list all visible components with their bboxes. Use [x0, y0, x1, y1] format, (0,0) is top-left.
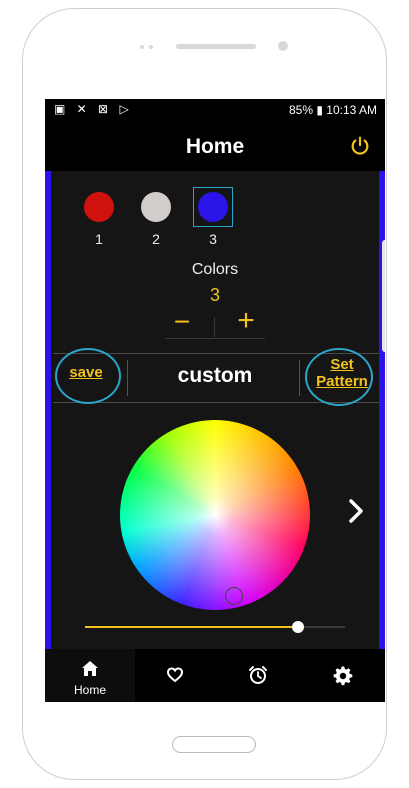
color-swatch-1[interactable] [84, 192, 114, 222]
scrollbar-thumb[interactable] [382, 240, 385, 352]
hardware-home-button[interactable] [172, 736, 256, 753]
sensor-dot [149, 45, 153, 49]
alarm-icon [249, 666, 267, 684]
color-swatch-2[interactable] [141, 192, 171, 222]
settings-icon [333, 666, 353, 686]
home-icon [82, 661, 98, 676]
accent-border-right [379, 171, 385, 649]
nav-settings-tab[interactable] [303, 649, 383, 702]
status-battery-time: 85% ▮ 10:13 AM [289, 103, 377, 117]
brightness-slider[interactable] [85, 621, 345, 633]
chevron-right-icon[interactable] [345, 496, 367, 526]
swatch-label-3: 3 [209, 231, 217, 247]
app-screen: ▣ ✕ ⊠ ▷ 85% ▮ 10:13 AM Home 1 2 3 Colors… [45, 99, 385, 702]
slider-fill [85, 626, 299, 628]
pattern-action-row: save custom Set Pattern [53, 348, 379, 406]
front-camera [278, 41, 288, 51]
colors-label: Colors [191, 261, 239, 278]
divider [127, 360, 128, 396]
page-title: Home [185, 135, 245, 158]
divider [299, 360, 300, 396]
nav-home-label: Home [73, 683, 106, 697]
nav-alarm-tab[interactable] [217, 649, 297, 702]
nav-home-tab[interactable]: Home [45, 649, 135, 702]
color-swatch-3[interactable] [198, 192, 228, 222]
speaker-grille [176, 44, 256, 49]
app-bar: Home [45, 121, 385, 171]
stepper-underline [165, 338, 265, 339]
colors-count: 3 [209, 285, 220, 305]
power-icon[interactable] [349, 135, 371, 157]
decrease-colors-button[interactable]: − [167, 308, 197, 336]
heart-icon [166, 667, 184, 683]
pattern-name: custom [177, 364, 253, 387]
set-pattern-highlight-ring [305, 348, 373, 406]
increase-colors-button[interactable]: + [231, 306, 261, 336]
accent-border-left [45, 171, 51, 649]
stepper-divider [214, 317, 215, 337]
bottom-nav: Home [45, 649, 385, 702]
swatch-label-1: 1 [95, 231, 103, 247]
slider-thumb[interactable] [292, 621, 305, 633]
sensor-dot [140, 45, 144, 49]
swatch-label-2: 2 [152, 231, 160, 247]
color-wheel[interactable] [120, 420, 310, 610]
main-content: 1 2 3 Colors 3 − + save custom Set Patte… [45, 171, 385, 649]
nav-favorites-tab[interactable] [135, 649, 215, 702]
color-wheel-marker[interactable] [225, 587, 243, 605]
status-bar: ▣ ✕ ⊠ ▷ 85% ▮ 10:13 AM [45, 99, 385, 121]
status-notification-icons: ▣ ✕ ⊠ ▷ [54, 102, 133, 116]
save-highlight-ring [55, 348, 121, 404]
